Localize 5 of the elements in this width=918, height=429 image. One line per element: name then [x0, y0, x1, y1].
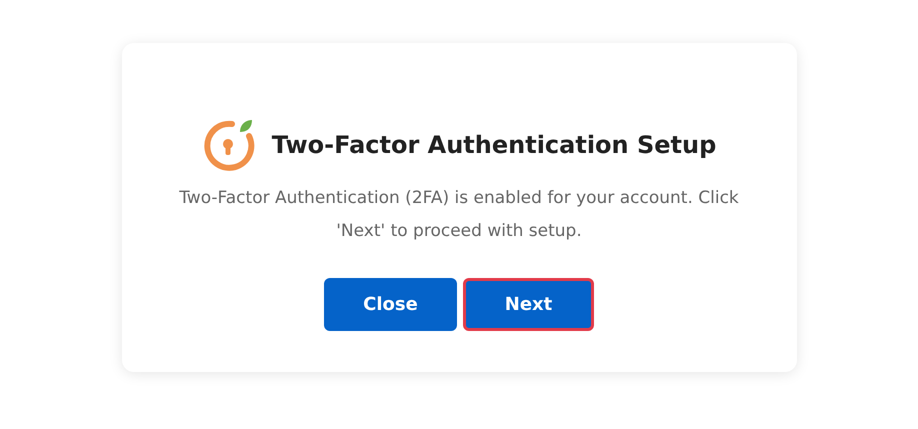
lock-icon — [202, 118, 256, 172]
dialog-message: Two-Factor Authentication (2FA) is enabled for your account. Click 'Next' to proceed with setup. — [178, 187, 740, 243]
dialog-title: Two-Factor Authentication Setup — [272, 131, 716, 159]
dialog-button[interactable]: Close — [324, 278, 457, 331]
dialog-button[interactable]: Next — [463, 278, 594, 331]
